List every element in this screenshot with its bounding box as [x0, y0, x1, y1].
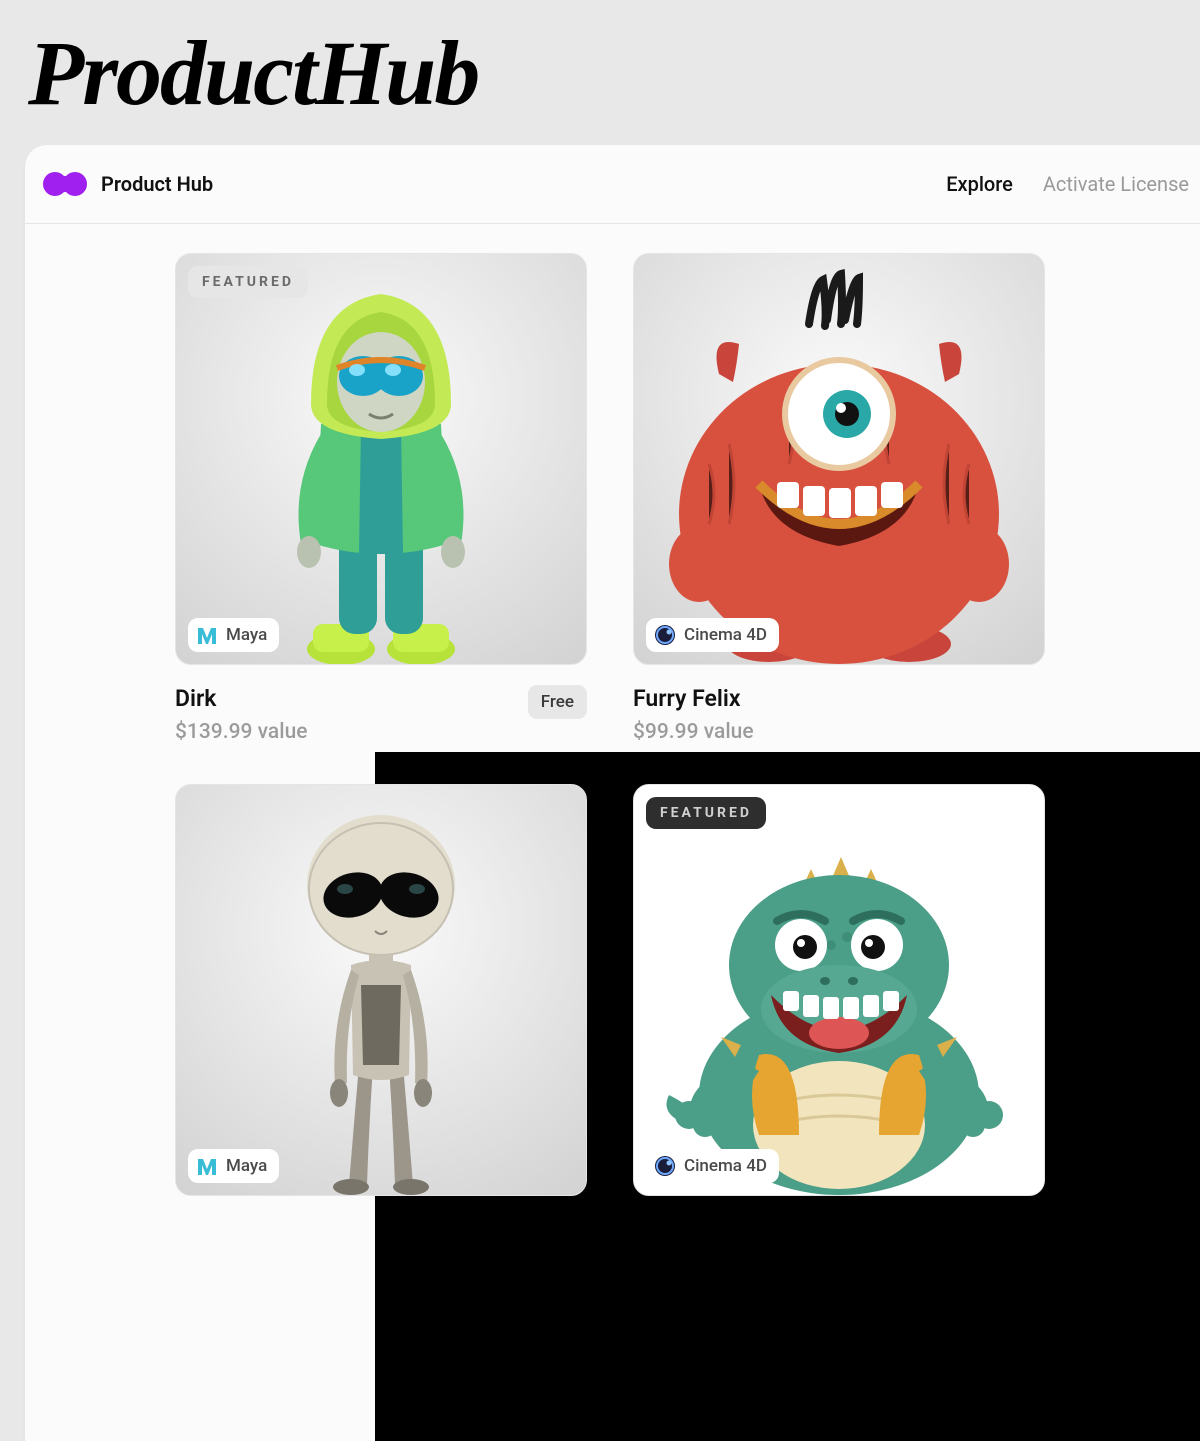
character-art-alien-hoodie — [176, 254, 586, 664]
product-thumbnail: FEATURED — [175, 253, 587, 665]
product-card[interactable]: Maya — [175, 784, 587, 1196]
product-card[interactable]: FEATURED — [175, 253, 587, 744]
top-nav: Explore Activate License — [946, 172, 1189, 196]
price-badge-free: Free — [528, 685, 587, 719]
nav-explore[interactable]: Explore — [946, 172, 1013, 196]
card-meta: Furry Felix $99.99 value — [633, 685, 1045, 744]
product-value: $139.99 value — [175, 720, 308, 744]
product-title: Furry Felix — [633, 685, 754, 712]
product-thumbnail: Cinema 4D — [633, 253, 1045, 665]
page-header: ProductHub — [0, 0, 1200, 145]
brand-icon — [43, 170, 87, 198]
product-grid: FEATURED — [25, 224, 1200, 1236]
site-logo-text: ProductHub — [28, 27, 478, 119]
maya-icon — [196, 1155, 218, 1177]
software-label: Maya — [226, 1156, 267, 1176]
brand-name: Product Hub — [101, 172, 213, 196]
product-card[interactable]: FEATURED — [633, 784, 1045, 1196]
character-art-grey-alien — [176, 785, 586, 1195]
product-thumbnail: FEATURED — [633, 784, 1045, 1196]
card-meta: Dirk $139.99 value Free — [175, 685, 587, 744]
software-pill: Maya — [188, 618, 279, 652]
software-label: Cinema 4D — [684, 1156, 767, 1176]
software-label: Cinema 4D — [684, 625, 767, 645]
software-pill: Cinema 4D — [646, 618, 779, 652]
character-art-furry-monster — [634, 254, 1044, 664]
brand: Product Hub — [43, 170, 932, 198]
cinema4d-icon — [654, 624, 676, 646]
software-label: Maya — [226, 625, 267, 645]
maya-icon — [196, 624, 218, 646]
main-panel: Product Hub Explore Activate License FEA… — [25, 145, 1200, 1441]
product-thumbnail: Maya — [175, 784, 587, 1196]
panel-header: Product Hub Explore Activate License — [25, 145, 1200, 224]
product-title: Dirk — [175, 685, 308, 712]
software-pill: Maya — [188, 1149, 279, 1183]
product-value: $99.99 value — [633, 720, 754, 744]
character-art-dino — [634, 785, 1044, 1195]
product-card[interactable]: Cinema 4D Furry Felix $99.99 value — [633, 253, 1045, 744]
software-pill: Cinema 4D — [646, 1149, 779, 1183]
nav-activate-license[interactable]: Activate License — [1043, 172, 1189, 196]
cinema4d-icon — [654, 1155, 676, 1177]
